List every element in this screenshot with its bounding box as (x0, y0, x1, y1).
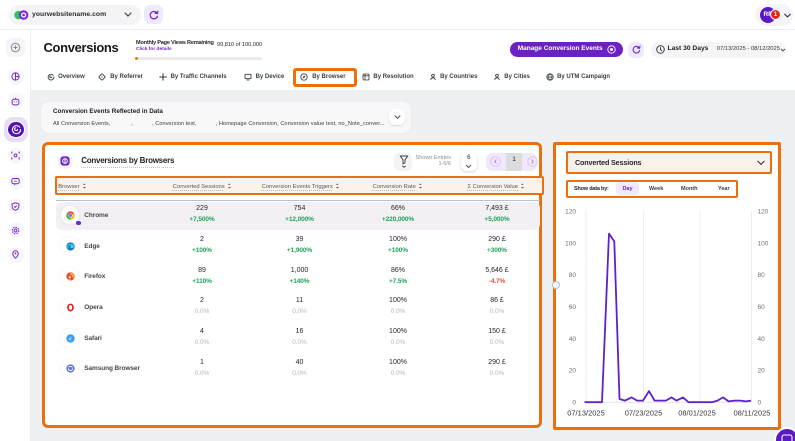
svg-text:100: 100 (758, 240, 769, 247)
svg-text:60: 60 (569, 304, 577, 311)
svg-text:0: 0 (758, 399, 762, 406)
svg-text:80: 80 (569, 272, 577, 279)
svg-text:07/13/2025: 07/13/2025 (567, 409, 605, 418)
svg-text:20: 20 (758, 368, 766, 375)
svg-text:40: 40 (569, 336, 577, 343)
svg-text:20: 20 (569, 368, 577, 375)
svg-text:07/23/2025: 07/23/2025 (625, 409, 663, 418)
svg-text:08/11/2025: 08/11/2025 (734, 409, 771, 418)
svg-text:0: 0 (572, 399, 576, 406)
svg-text:60: 60 (758, 304, 766, 311)
svg-text:40: 40 (758, 336, 766, 343)
svg-text:120: 120 (565, 209, 576, 216)
svg-text:120: 120 (758, 209, 769, 216)
svg-text:100: 100 (565, 240, 576, 247)
svg-text:08/01/2025: 08/01/2025 (678, 409, 716, 418)
svg-text:80: 80 (758, 272, 766, 279)
